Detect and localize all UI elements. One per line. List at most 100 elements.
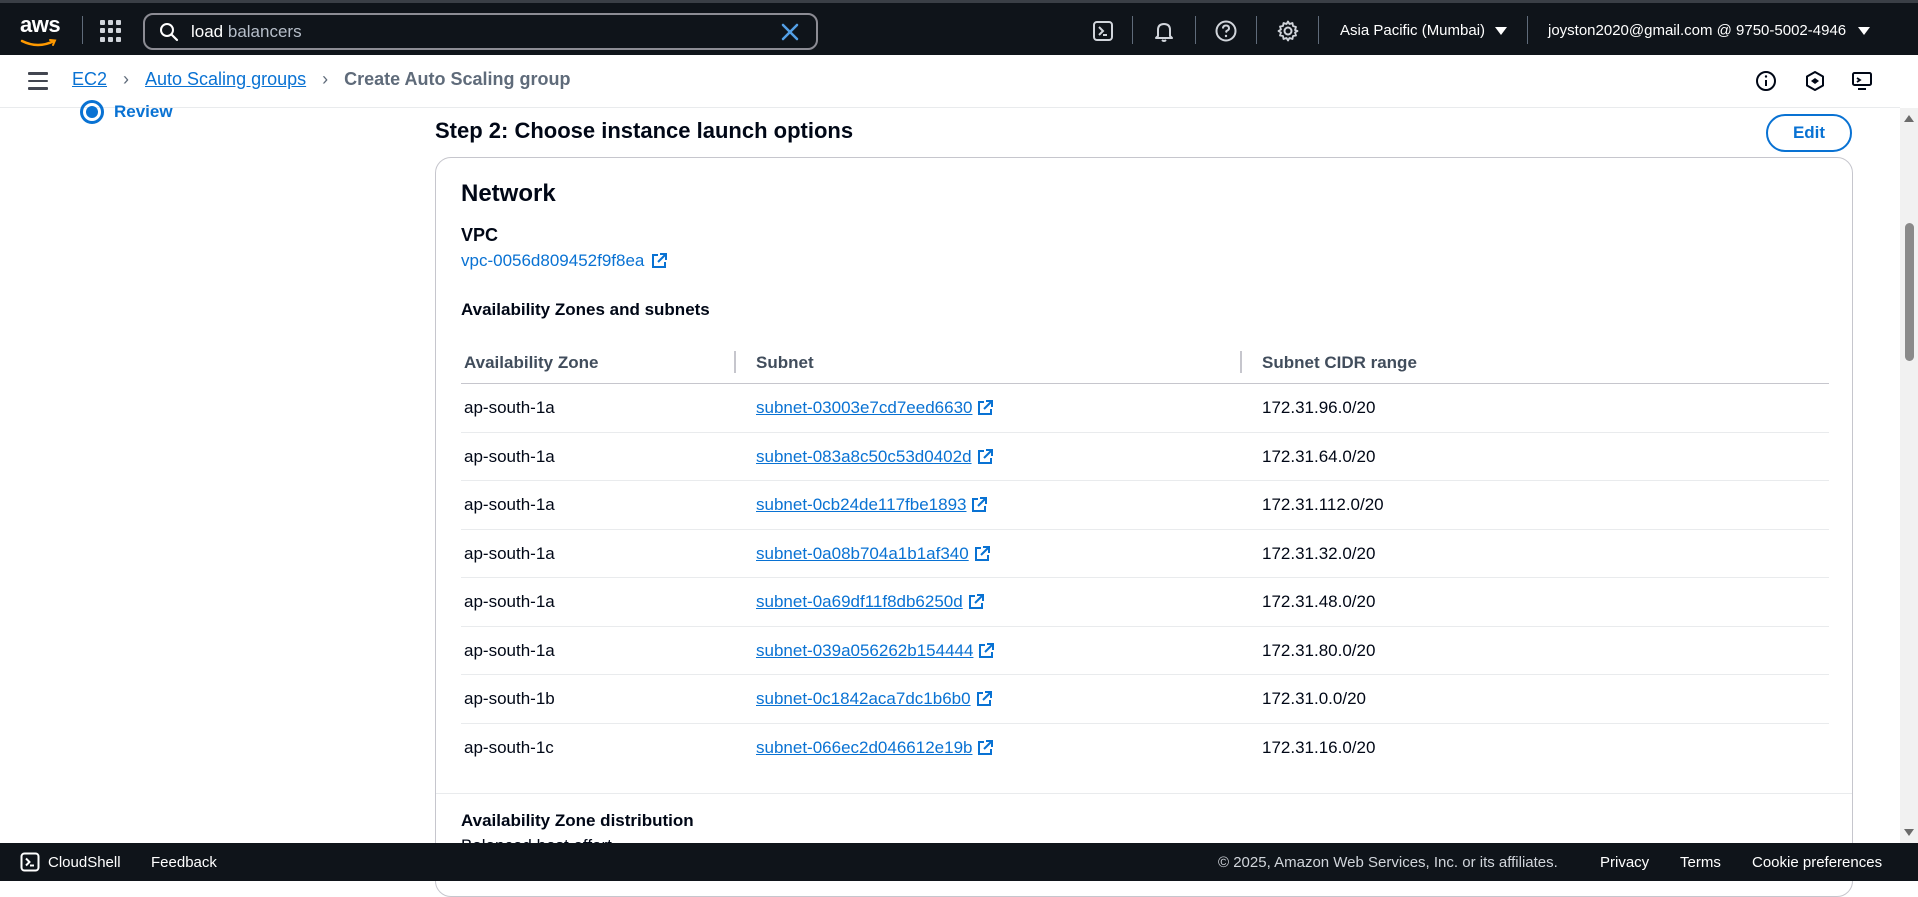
notifications-bell-icon[interactable]: [1152, 19, 1176, 43]
cidr-cell: 172.31.96.0/20: [1262, 398, 1376, 417]
external-link-icon: [652, 253, 668, 268]
nav-divider: [82, 16, 83, 44]
terms-link[interactable]: Terms: [1680, 854, 1721, 871]
breadcrumb-bar: EC2 › Auto Scaling groups › Create Auto …: [0, 55, 1900, 108]
subnet-link[interactable]: subnet-083a8c50c53d0402d: [756, 447, 994, 467]
vpc-link[interactable]: vpc-0056d809452f9f8ea: [461, 251, 668, 271]
review-label: Review: [114, 102, 173, 121]
feedback-link[interactable]: Feedback: [151, 854, 217, 871]
breadcrumb-current: Create Auto Scaling group: [344, 69, 571, 89]
external-link-icon: [972, 497, 988, 512]
vpc-label: VPC: [461, 225, 499, 245]
region-label: Asia Pacific (Mumbai): [1340, 22, 1486, 39]
cidr-cell: 172.31.112.0/20: [1262, 495, 1384, 514]
region-selector[interactable]: Asia Pacific (Mumbai): [1340, 22, 1508, 39]
subnet-id: subnet-0a08b704a1b1af340: [756, 543, 969, 563]
subnet-link[interactable]: subnet-039a056262b154444: [756, 641, 995, 661]
hamburger-menu-icon[interactable]: [28, 72, 50, 90]
display-settings-icon[interactable]: [1850, 69, 1874, 93]
cidr-cell: 172.31.16.0/20: [1262, 737, 1376, 757]
column-header-subnet: Subnet: [756, 353, 814, 372]
sidenav-step-review[interactable]: Review: [80, 100, 173, 124]
search-bar[interactable]: load balancers: [143, 13, 818, 50]
subnet-id: subnet-083a8c50c53d0402d: [756, 446, 972, 466]
cloudshell-icon[interactable]: [1091, 19, 1115, 43]
caret-down-icon: [1495, 26, 1508, 35]
settings-gear-icon[interactable]: [1276, 19, 1300, 43]
subnet-link[interactable]: subnet-0a69df11f8db6250d: [756, 592, 985, 612]
breadcrumb: EC2 › Auto Scaling groups › Create Auto …: [72, 69, 570, 90]
footer: CloudShell Feedback © 2025, Amazon Web S…: [0, 843, 1918, 881]
cookie-preferences-link[interactable]: Cookie preferences: [1752, 854, 1882, 871]
external-link-icon: [978, 400, 994, 415]
chevron-right-icon: ›: [322, 69, 329, 89]
table-body: ap-south-1a subnet-03003e7cd7eed6630 172.3…: [461, 384, 1829, 772]
column-header-az: Availability Zone: [464, 353, 599, 372]
subnet-link[interactable]: subnet-0cb24de117fbe1893: [756, 495, 988, 515]
subnet-id: subnet-0a69df11f8db6250d: [756, 592, 963, 611]
table-row: ap-south-1a subnet-0cb24de117fbe1893 172.3…: [461, 481, 1829, 530]
scroll-thumb[interactable]: [1905, 223, 1914, 361]
subnet-id: subnet-039a056262b154444: [756, 640, 974, 660]
subnet-link[interactable]: subnet-0a08b704a1b1af340: [756, 544, 991, 564]
vpc-id: vpc-0056d809452f9f8ea: [461, 251, 645, 270]
table-row: ap-south-1a subnet-0a69df11f8db6250d 172.3…: [461, 578, 1829, 627]
aws-logo[interactable]: aws: [20, 14, 62, 47]
network-title: Network: [461, 180, 556, 207]
breadcrumb-auto-scaling-groups[interactable]: Auto Scaling groups: [145, 69, 306, 90]
az-distribution-label: Availability Zone distribution: [461, 811, 694, 830]
external-link-icon: [977, 448, 993, 464]
help-icon[interactable]: [1214, 19, 1238, 43]
table-row: ap-south-1a subnet-039a056262b154444 172.3…: [461, 627, 1829, 675]
subnet-id: subnet-03003e7cd7eed6630: [756, 398, 973, 417]
radio-selected-icon: [80, 100, 104, 124]
scroll-down-arrow-icon[interactable]: [1904, 829, 1914, 836]
az-cell: ap-south-1a: [464, 495, 555, 514]
subnet-link[interactable]: subnet-03003e7cd7eed6630: [756, 398, 994, 418]
privacy-link[interactable]: Privacy: [1600, 854, 1649, 871]
external-link-icon: [968, 594, 984, 609]
az-cell: ap-south-1a: [464, 592, 555, 611]
subnet-id: subnet-066ec2d046612e19b: [756, 737, 973, 757]
edit-button[interactable]: Edit: [1766, 114, 1852, 152]
cidr-cell: 172.31.48.0/20: [1262, 592, 1376, 611]
cloudshell-icon: [20, 852, 40, 872]
cloudshell-button[interactable]: CloudShell: [20, 852, 121, 872]
external-link-icon: [979, 642, 995, 658]
network-card: Network VPC vpc-0056d809452f9f8ea Availa…: [435, 157, 1853, 897]
copyright-text: © 2025, Amazon Web Services, Inc. or its…: [1218, 854, 1558, 871]
info-icon[interactable]: [1754, 69, 1778, 93]
clear-search-icon[interactable]: [780, 22, 800, 42]
az-cell: ap-south-1a: [464, 398, 555, 417]
table-row: ap-south-1b subnet-0c1842aca7dc1b6b0 172.3…: [461, 675, 1829, 724]
table-row: ap-south-1c subnet-066ec2d046612e19b 172.3…: [461, 724, 1829, 773]
caret-down-icon: [1858, 26, 1871, 35]
az-cell: ap-south-1a: [464, 640, 555, 660]
table-header: Availability Zone Subnet Subnet CIDR ran…: [461, 341, 1829, 384]
subnet-link[interactable]: subnet-0c1842aca7dc1b6b0: [756, 689, 993, 709]
cidr-cell: 172.31.0.0/20: [1262, 689, 1366, 708]
breadcrumb-ec2[interactable]: EC2: [72, 69, 107, 90]
cidr-cell: 172.31.80.0/20: [1262, 640, 1376, 660]
subnets-table: Availability Zone Subnet Subnet CIDR ran…: [461, 341, 1829, 772]
search-input[interactable]: load balancers: [191, 22, 302, 42]
page-scrollbar[interactable]: [1900, 108, 1918, 843]
cidr-cell: 172.31.32.0/20: [1262, 543, 1376, 563]
account-menu[interactable]: joyston2020@gmail.com @ 9750-5002-4946: [1548, 22, 1871, 39]
az-cell: ap-south-1a: [464, 543, 555, 563]
scroll-up-arrow-icon[interactable]: [1904, 115, 1914, 122]
az-cell: ap-south-1a: [464, 446, 555, 466]
top-navigation: aws load balancers Asia Pacific (Mumbai)…: [0, 0, 1918, 55]
cidr-cell: 172.31.64.0/20: [1262, 446, 1376, 466]
cloudshell-label: CloudShell: [48, 853, 121, 871]
column-header-cidr: Subnet CIDR range: [1262, 353, 1417, 372]
aws-smile-icon: [20, 39, 57, 47]
security-hexagon-icon[interactable]: [1803, 69, 1827, 93]
subnet-link[interactable]: subnet-066ec2d046612e19b: [756, 738, 994, 758]
subnet-id: subnet-0c1842aca7dc1b6b0: [756, 689, 971, 708]
external-link-icon: [976, 691, 992, 706]
az-subnets-label: Availability Zones and subnets: [461, 300, 710, 319]
table-row: ap-south-1a subnet-03003e7cd7eed6630 172.3…: [461, 384, 1829, 433]
divider: [436, 793, 1852, 794]
services-grid-icon[interactable]: [100, 20, 122, 42]
